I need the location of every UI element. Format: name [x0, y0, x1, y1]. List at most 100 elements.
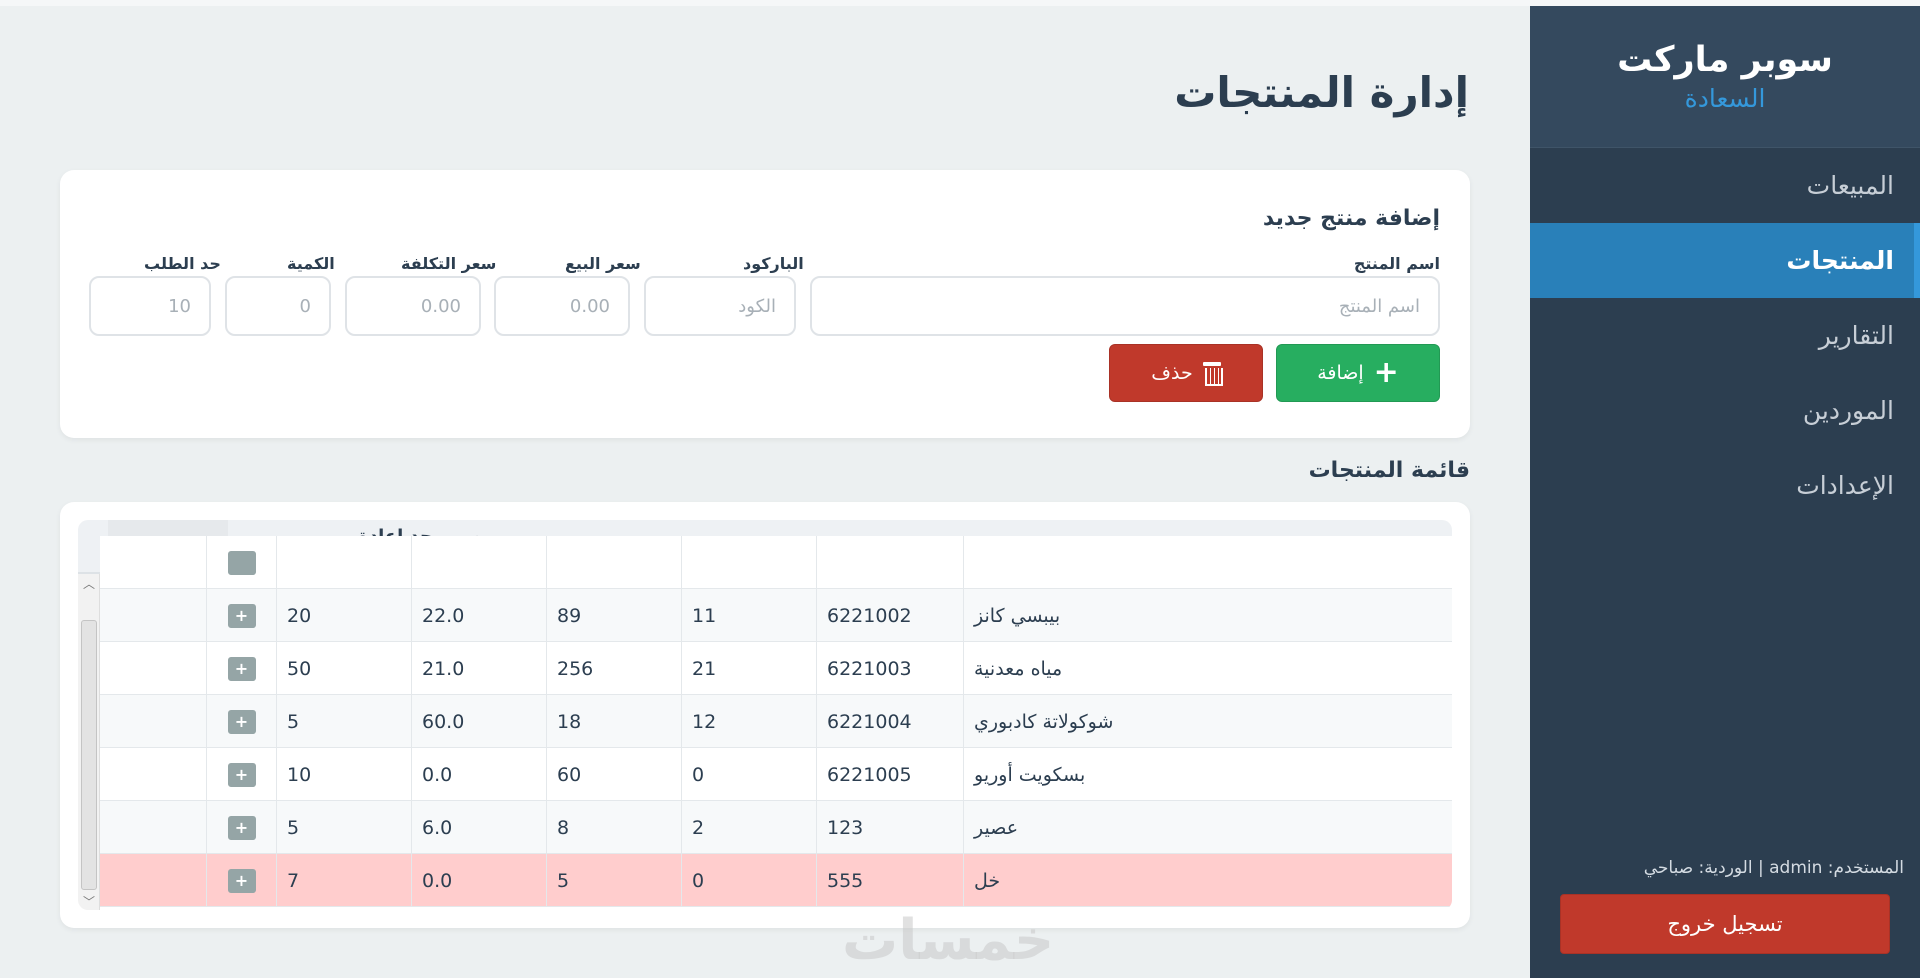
row-blank-cell — [100, 801, 206, 854]
price-label: سعر البيع — [565, 254, 641, 273]
row-action-button[interactable]: + — [227, 603, 256, 628]
name-cell: مياه معدنية — [963, 642, 1208, 695]
table-row[interactable]: +10 0.0 60 0 6221005 بسكويت أوريو — [100, 748, 1452, 801]
reorder-cell: 5 — [276, 695, 411, 748]
profit-cell: 22.0 — [411, 589, 546, 642]
reorder-limit-input[interactable] — [89, 276, 211, 336]
barcode-label: الباركود — [743, 254, 804, 273]
barcode-cell: 6221004 — [816, 695, 963, 748]
remaining-cell: 89 — [546, 589, 681, 642]
profit-cell: 0.0 — [411, 748, 546, 801]
scroll-thumb[interactable] — [81, 620, 97, 890]
remaining-cell: 60 — [546, 748, 681, 801]
remaining-cell: 18 — [546, 695, 681, 748]
name-cell: بسكويت أوريو — [963, 748, 1208, 801]
sold-cell: 0 — [681, 854, 816, 907]
product-table: إجراءات حد إعادة الطلب إجمالي الأرباح ال… — [78, 520, 1452, 910]
sidebar-item-sales[interactable]: المبيعات — [1530, 148, 1920, 223]
scroll-up-icon[interactable]: ︿ — [78, 574, 100, 592]
name-cell: خل — [963, 854, 1208, 907]
table-scrollbar[interactable]: ︿ ﹀ — [78, 574, 100, 910]
row-action-button[interactable] — [227, 550, 256, 575]
sidebar-item-reports[interactable]: التقارير — [1530, 298, 1920, 373]
row-action-button[interactable]: + — [227, 709, 256, 734]
brand-subtitle: السعادة — [1684, 84, 1766, 113]
row-action-cell: + — [206, 748, 276, 801]
sold-cell: 21 — [681, 642, 816, 695]
row-blank-cell — [100, 642, 206, 695]
logout-button[interactable]: تسجيل خروج — [1560, 894, 1890, 954]
brand-title: سوبر ماركت — [1617, 40, 1833, 80]
reorder-cell: 7 — [276, 854, 411, 907]
sold-cell: 0 — [681, 748, 816, 801]
row-action-cell: + — [206, 801, 276, 854]
name-cell: عصير — [963, 801, 1208, 854]
table-row-partial[interactable] — [100, 536, 1452, 589]
profit-cell: 21.0 — [411, 642, 546, 695]
add-button-label: إضافة — [1317, 362, 1364, 384]
reorder-cell: 20 — [276, 589, 411, 642]
barcode-cell: 6221002 — [816, 589, 963, 642]
table-row[interactable]: +7 0.0 5 0 555 خل — [100, 854, 1452, 907]
row-action-button[interactable]: + — [227, 868, 256, 893]
qty-label: الكمية — [287, 254, 335, 273]
delete-button-label: حذف — [1151, 362, 1193, 384]
name-label: اسم المنتج — [1353, 254, 1440, 273]
row-blank-cell — [100, 748, 206, 801]
sidebar-item-settings[interactable]: الإعدادات — [1530, 448, 1920, 523]
brand-header: سوبر ماركت السعادة — [1530, 6, 1920, 148]
sale-price-input[interactable] — [494, 276, 630, 336]
row-blank-cell — [100, 695, 206, 748]
plus-icon: + — [1373, 355, 1399, 390]
row-action-button[interactable]: + — [227, 762, 256, 787]
quantity-input[interactable] — [225, 276, 331, 336]
row-blank-cell — [100, 589, 206, 642]
page-title: إدارة المنتجات — [1174, 68, 1469, 117]
sidebar-item-suppliers[interactable]: الموردين — [1530, 373, 1920, 448]
barcode-cell: 6221003 — [816, 642, 963, 695]
row-action-cell — [206, 536, 276, 589]
remaining-cell: 256 — [546, 642, 681, 695]
row-action-cell: + — [206, 589, 276, 642]
name-cell: شوكولاتة كادبوري — [963, 695, 1208, 748]
sidebar-item-products[interactable]: المنتجات — [1530, 223, 1920, 298]
table-row[interactable]: +5 6.0 8 2 123 عصير — [100, 801, 1452, 854]
delete-product-button[interactable]: حذف — [1109, 344, 1263, 402]
reorder-cell: 5 — [276, 801, 411, 854]
cost-label: سعر التكلفة — [401, 254, 497, 273]
table-row[interactable]: +20 22.0 89 11 6221002 بيبسي كانز — [100, 589, 1452, 642]
barcode-input[interactable] — [644, 276, 796, 336]
main-content: إدارة المنتجات إضافة منتج جديد اسم المنت… — [0, 6, 1530, 978]
row-action-cell: + — [206, 642, 276, 695]
profit-cell: 60.0 — [411, 695, 546, 748]
add-product-card: إضافة منتج جديد اسم المنتج الباركود سعر … — [60, 170, 1470, 438]
barcode-cell: 123 — [816, 801, 963, 854]
scroll-down-icon[interactable]: ﹀ — [78, 892, 100, 910]
user-info: المستخدم: admin | الوردية: صباحي — [1643, 858, 1904, 878]
row-action-button[interactable]: + — [227, 815, 256, 840]
sold-cell: 11 — [681, 589, 816, 642]
name-cell: بيبسي كانز — [963, 589, 1208, 642]
watermark-logo: خمسات — [842, 908, 1055, 973]
reorder-cell: 50 — [276, 642, 411, 695]
table-row[interactable]: +50 21.0 256 21 6221003 مياه معدنية — [100, 642, 1452, 695]
product-name-input[interactable] — [810, 276, 1440, 336]
reorder-cell: 10 — [276, 748, 411, 801]
row-action-button[interactable]: + — [227, 656, 256, 681]
profit-cell: 0.0 — [411, 854, 546, 907]
sidebar-nav: المبيعات المنتجات التقارير الموردين الإع… — [1530, 148, 1920, 523]
remaining-cell: 8 — [546, 801, 681, 854]
table-body: +20 22.0 89 11 6221002 بيبسي كانز +50 21.0 256 21… — [100, 536, 1452, 910]
reorder-label: حد الطلب — [144, 254, 221, 273]
sold-cell: 12 — [681, 695, 816, 748]
sold-cell: 2 — [681, 801, 816, 854]
add-product-button[interactable]: إضافة + — [1276, 344, 1440, 402]
row-action-cell: + — [206, 854, 276, 907]
profit-cell: 6.0 — [411, 801, 546, 854]
table-row[interactable]: +5 60.0 18 12 6221004 شوكولاتة كادبوري — [100, 695, 1452, 748]
remaining-cell: 5 — [546, 854, 681, 907]
trash-icon — [1202, 362, 1223, 386]
row-blank-cell — [100, 854, 206, 907]
sidebar: سوبر ماركت السعادة المبيعات المنتجات الت… — [1530, 6, 1920, 978]
cost-price-input[interactable] — [345, 276, 481, 336]
